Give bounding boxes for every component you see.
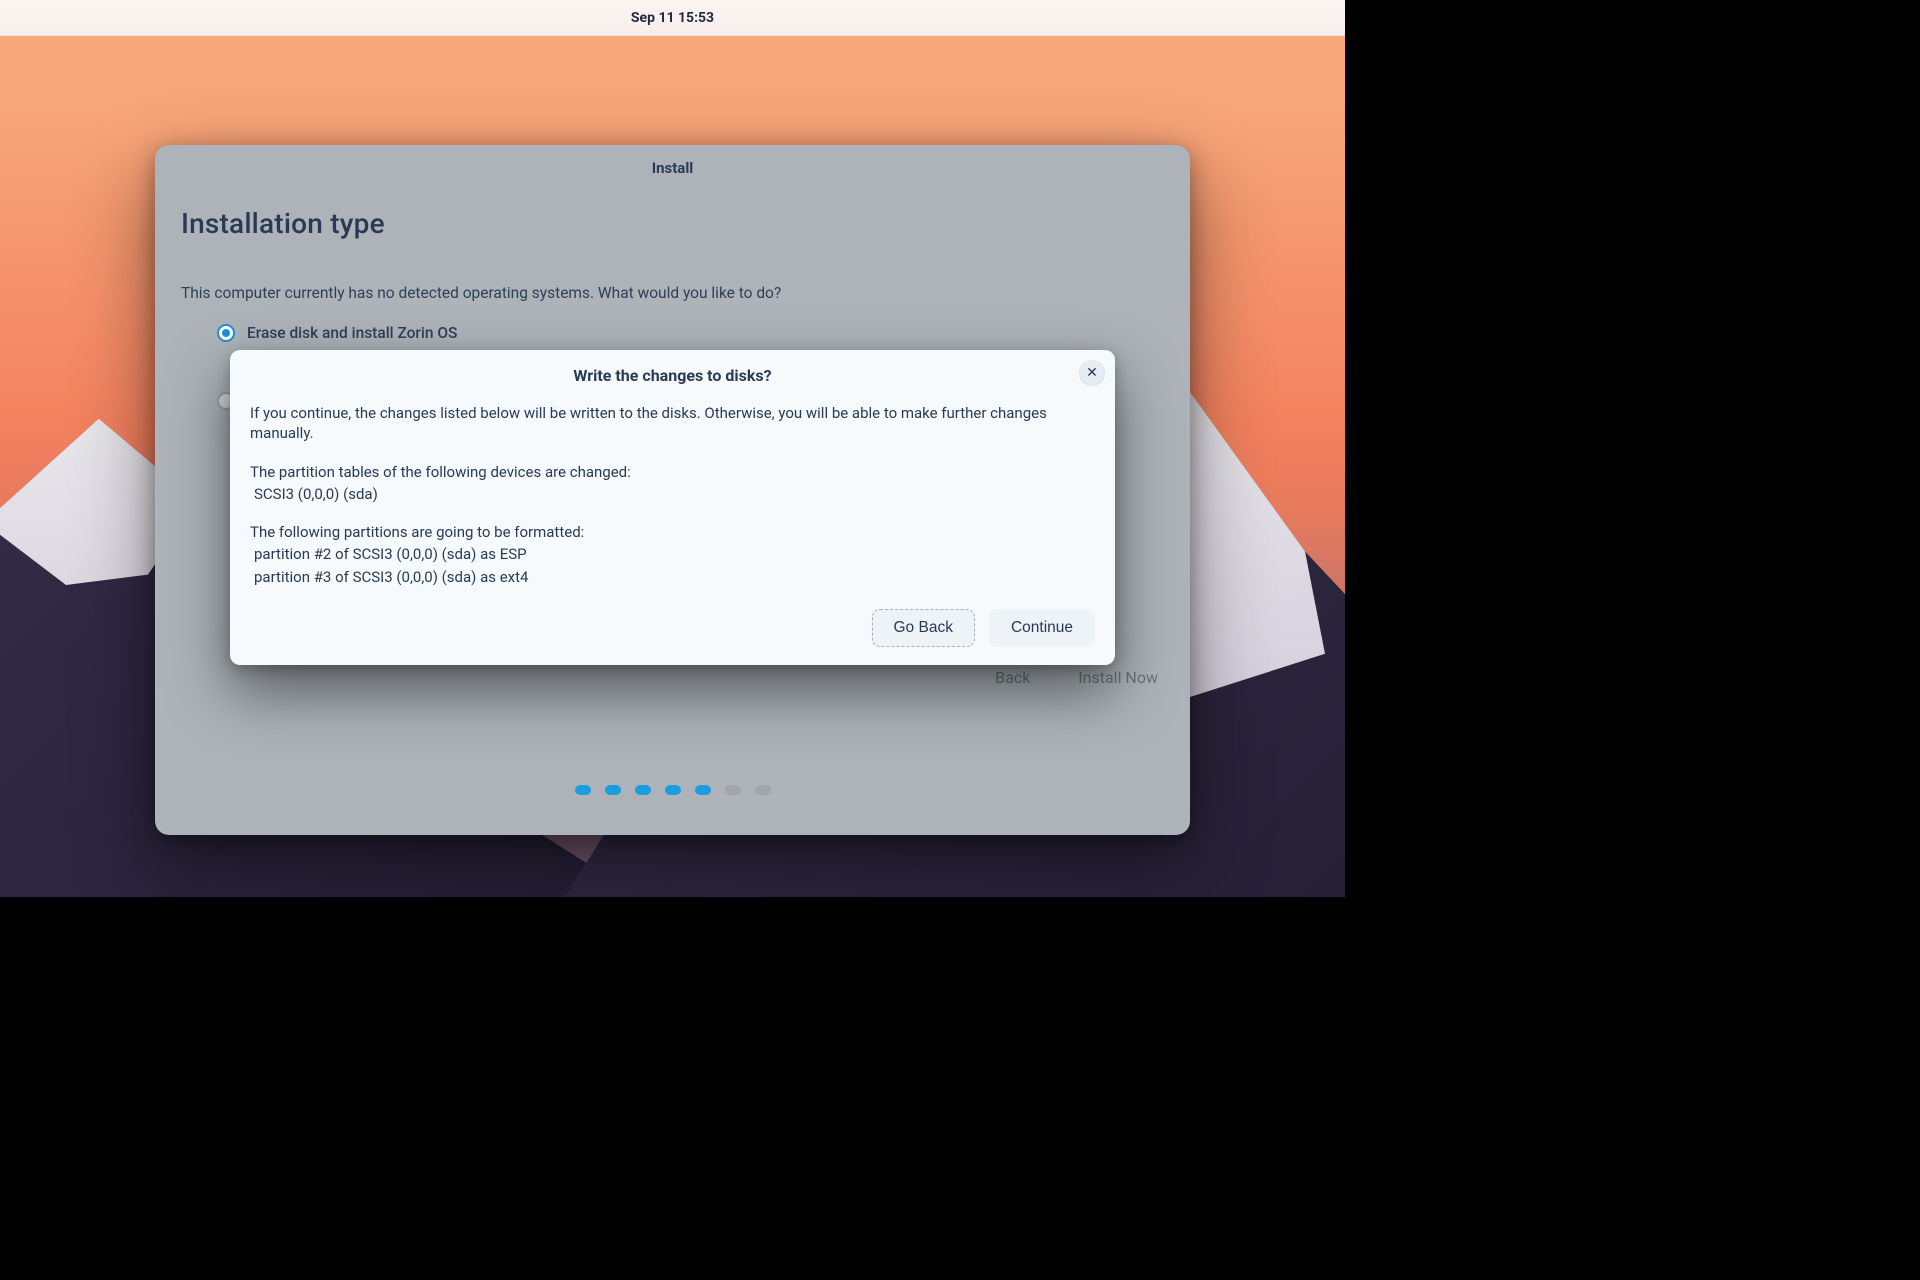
install-now-button[interactable]: Install Now [1078,668,1158,687]
close-button[interactable]: ✕ [1079,360,1105,386]
partition-tables-line: SCSI3 (0,0,0) (sda) [250,484,1095,504]
confirm-dialog: ✕ Write the changes to disks? If you con… [230,350,1115,665]
option-erase-label: Erase disk and install Zorin OS [247,324,457,342]
installer-title: Install [652,159,694,177]
progress-dot [575,785,591,795]
go-back-button[interactable]: Go Back [872,609,975,647]
option-erase-disk[interactable]: Erase disk and install Zorin OS [181,324,1164,342]
radio-checked-icon[interactable] [217,324,235,342]
progress-dot [695,785,711,795]
partition-tables-heading: The partition tables of the following de… [250,462,1095,482]
format-line: partition #3 of SCSI3 (0,0,0) (sda) as e… [250,567,1095,587]
format-line: partition #2 of SCSI3 (0,0,0) (sda) as E… [250,544,1095,564]
close-icon: ✕ [1086,365,1098,381]
progress-dots [155,785,1190,795]
continue-button[interactable]: Continue [989,609,1095,647]
clock: Sep 11 15:53 [631,10,714,26]
progress-dot [635,785,651,795]
installer-actions: Back Install Now [995,668,1158,687]
progress-dot [755,785,771,795]
progress-dot [725,785,741,795]
lead-text: This computer currently has no detected … [181,284,1164,302]
dialog-title: Write the changes to disks? [250,366,1095,385]
back-button[interactable]: Back [995,668,1030,687]
format-heading: The following partitions are going to be… [250,522,1095,542]
topbar: Sep 11 15:53 [0,0,1345,36]
installer-titlebar: Install [155,145,1190,191]
dialog-intro: If you continue, the changes listed belo… [250,403,1095,444]
progress-dot [665,785,681,795]
page-title: Installation type [181,207,1164,240]
dialog-actions: Go Back Continue [250,609,1095,647]
progress-dot [605,785,621,795]
